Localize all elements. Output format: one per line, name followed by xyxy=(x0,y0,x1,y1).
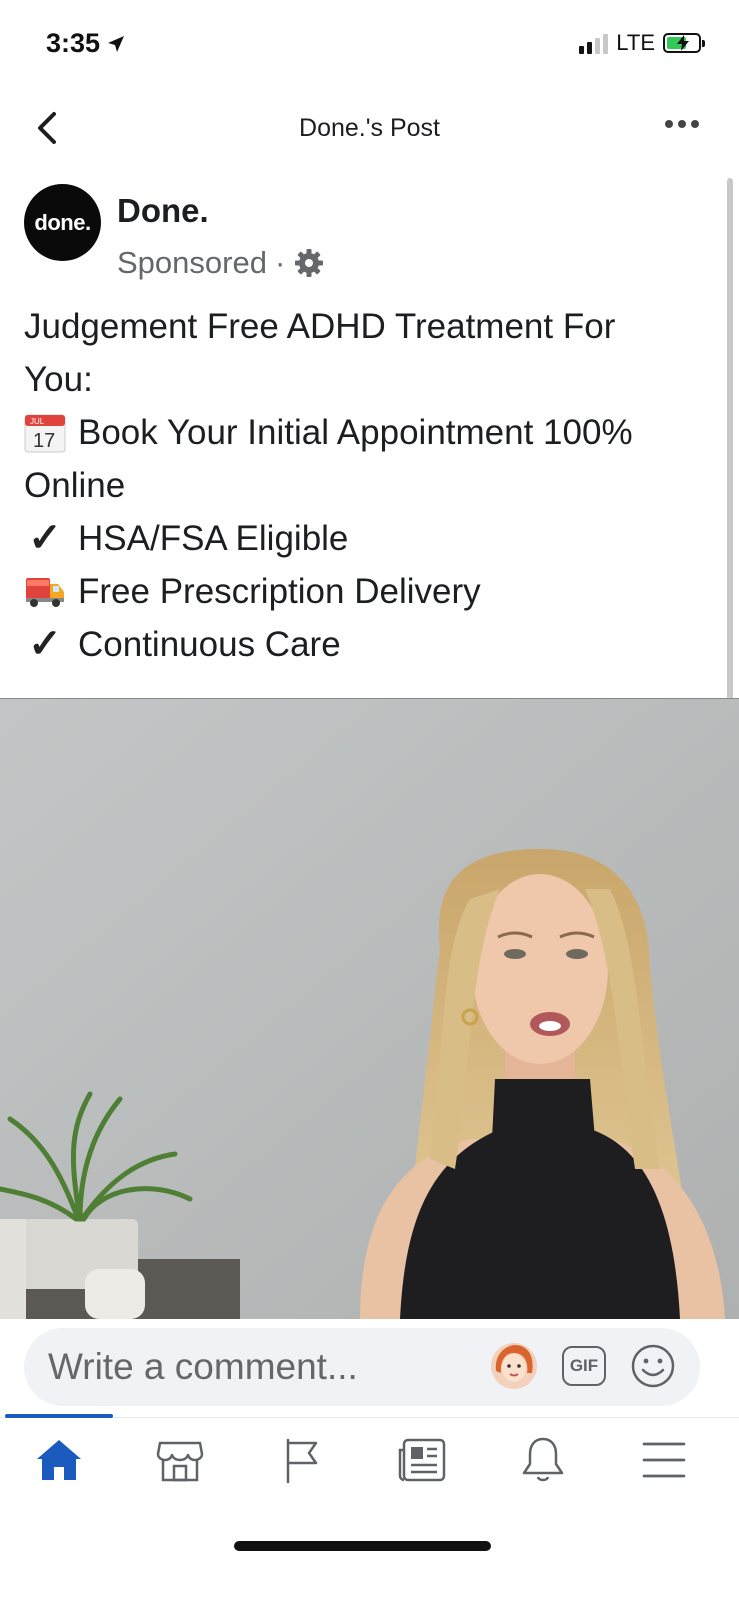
status-time-text: 3:35 xyxy=(46,28,101,58)
active-tab-indicator xyxy=(5,1414,113,1418)
delivery-truck-icon xyxy=(26,577,64,607)
calendar-icon: JUL 17 xyxy=(24,414,66,452)
comment-input[interactable] xyxy=(24,1328,474,1406)
location-arrow-icon xyxy=(108,35,125,52)
news-icon xyxy=(398,1438,446,1482)
avatar-sticker-icon[interactable] xyxy=(491,1343,537,1389)
marketplace-icon xyxy=(156,1441,204,1482)
post-line-text: Online xyxy=(24,466,126,505)
status-time: 3:35 xyxy=(46,28,126,59)
post-line: ✓ Continuous Care xyxy=(24,618,704,671)
network-type: LTE xyxy=(616,30,655,55)
post-line-text: Continuous Care xyxy=(78,625,341,664)
home-indicator[interactable] xyxy=(234,1541,491,1551)
status-indicators: LTE xyxy=(579,30,705,56)
post-line: ✓ HSA/FSA Eligible xyxy=(24,512,704,565)
post-line: Judgement Free ADHD Treatment For xyxy=(24,300,704,353)
tab-notifications[interactable] xyxy=(513,1430,573,1490)
tab-menu[interactable] xyxy=(634,1430,694,1490)
menu-icon xyxy=(642,1442,686,1478)
emoji-button[interactable] xyxy=(630,1343,676,1389)
tab-home[interactable] xyxy=(29,1430,89,1490)
video-frame xyxy=(0,699,739,1319)
tab-pages[interactable] xyxy=(271,1430,331,1490)
post-line: Online xyxy=(24,459,704,512)
post-text: Judgement Free ADHD Treatment For You: J… xyxy=(24,300,704,671)
post-line-text: Book Your Initial Appointment 100% xyxy=(78,413,633,452)
calendar-day: 17 xyxy=(33,430,55,452)
tab-news[interactable] xyxy=(392,1430,452,1490)
cellular-signal-icon xyxy=(579,32,609,54)
pages-flag-icon xyxy=(286,1438,318,1484)
author-avatar[interactable]: done. xyxy=(24,184,101,261)
calendar-month: JUL xyxy=(30,417,45,426)
gif-label: GIF xyxy=(569,1356,599,1375)
avatar-face-icon xyxy=(491,1343,537,1389)
separator-dot: · xyxy=(274,245,286,280)
more-dot-icon xyxy=(665,120,673,128)
post-line-text: Free Prescription Delivery xyxy=(78,572,481,611)
notifications-bell-icon xyxy=(522,1437,564,1482)
post-line-text: HSA/FSA Eligible xyxy=(78,519,349,558)
battery-icon xyxy=(663,33,705,53)
check-icon: ✓ xyxy=(28,622,62,666)
sponsored-row: Sponsored · xyxy=(117,245,325,281)
post-line: Free Prescription Delivery xyxy=(24,565,704,618)
page-title: Done.'s Post xyxy=(299,114,440,142)
post-line: JUL 17 Book Your Initial Appointment 100… xyxy=(24,406,704,459)
more-dot-icon xyxy=(678,120,686,128)
post-line: You: xyxy=(24,353,704,406)
home-icon xyxy=(37,1440,81,1480)
smiley-icon xyxy=(631,1344,675,1388)
gear-icon[interactable] xyxy=(293,247,325,279)
more-dot-icon xyxy=(691,120,699,128)
post-line-text: You: xyxy=(24,360,93,399)
post-line-text: Judgement Free ADHD Treatment For xyxy=(24,307,616,346)
author-name[interactable]: Done. xyxy=(117,192,209,230)
avatar-logo-text: done. xyxy=(34,209,91,235)
gif-button[interactable]: GIF xyxy=(562,1346,606,1386)
more-options-button[interactable] xyxy=(665,120,699,128)
tab-marketplace[interactable] xyxy=(150,1430,210,1490)
check-icon: ✓ xyxy=(28,516,62,560)
sponsored-label: Sponsored xyxy=(117,245,267,280)
post-video[interactable] xyxy=(0,698,739,1319)
